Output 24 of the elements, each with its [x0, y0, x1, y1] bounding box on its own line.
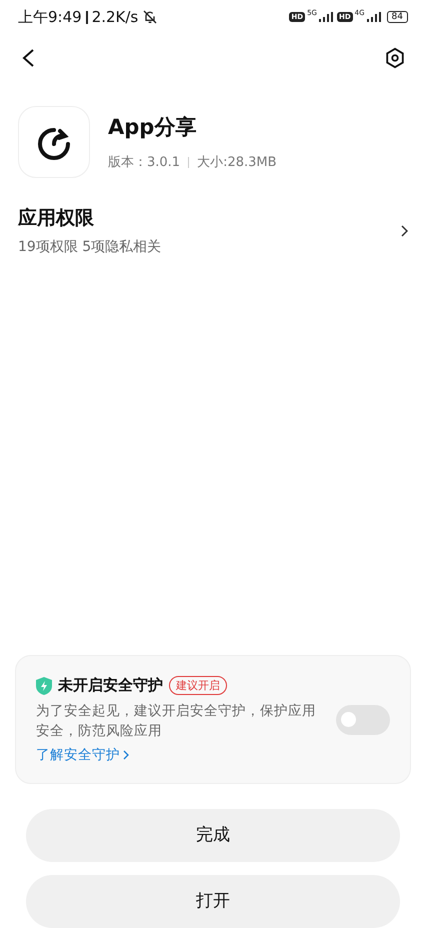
recommend-tag: 建议开启: [169, 676, 227, 695]
shield-icon: [36, 676, 52, 694]
app-size: 大小:28.3MB: [197, 154, 277, 172]
security-description: 为了安全起见，建议开启安全守护，保护应用安全，防范风险应用: [36, 702, 317, 741]
signal-icon: [318, 12, 333, 22]
bell-off-icon: [142, 9, 158, 25]
status-time: 上午9:49: [18, 6, 82, 28]
permissions-summary: 19项权限 5项隐私相关: [18, 238, 162, 256]
signal-icon: [366, 12, 381, 22]
learn-more-link[interactable]: 了解安全守护: [36, 744, 324, 765]
app-icon: [18, 106, 90, 178]
network-speed: 2.2K/s: [92, 6, 138, 28]
chevron-right-icon: [123, 750, 129, 760]
settings-icon: [384, 47, 406, 69]
chevron-right-icon: [400, 224, 408, 237]
permissions-title: 应用权限: [18, 206, 95, 231]
app-version: 版本：3.0.1: [108, 154, 180, 172]
open-button[interactable]: 打开: [26, 875, 400, 928]
battery-level: 84: [386, 11, 408, 23]
security-title: 未开启安全守护: [58, 675, 163, 696]
done-button[interactable]: 完成: [26, 809, 400, 862]
security-toggle[interactable]: [336, 704, 390, 735]
app-name: App分享: [108, 114, 198, 140]
permissions-row[interactable]: 应用权限 19项权限 5项隐私相关: [0, 204, 426, 258]
